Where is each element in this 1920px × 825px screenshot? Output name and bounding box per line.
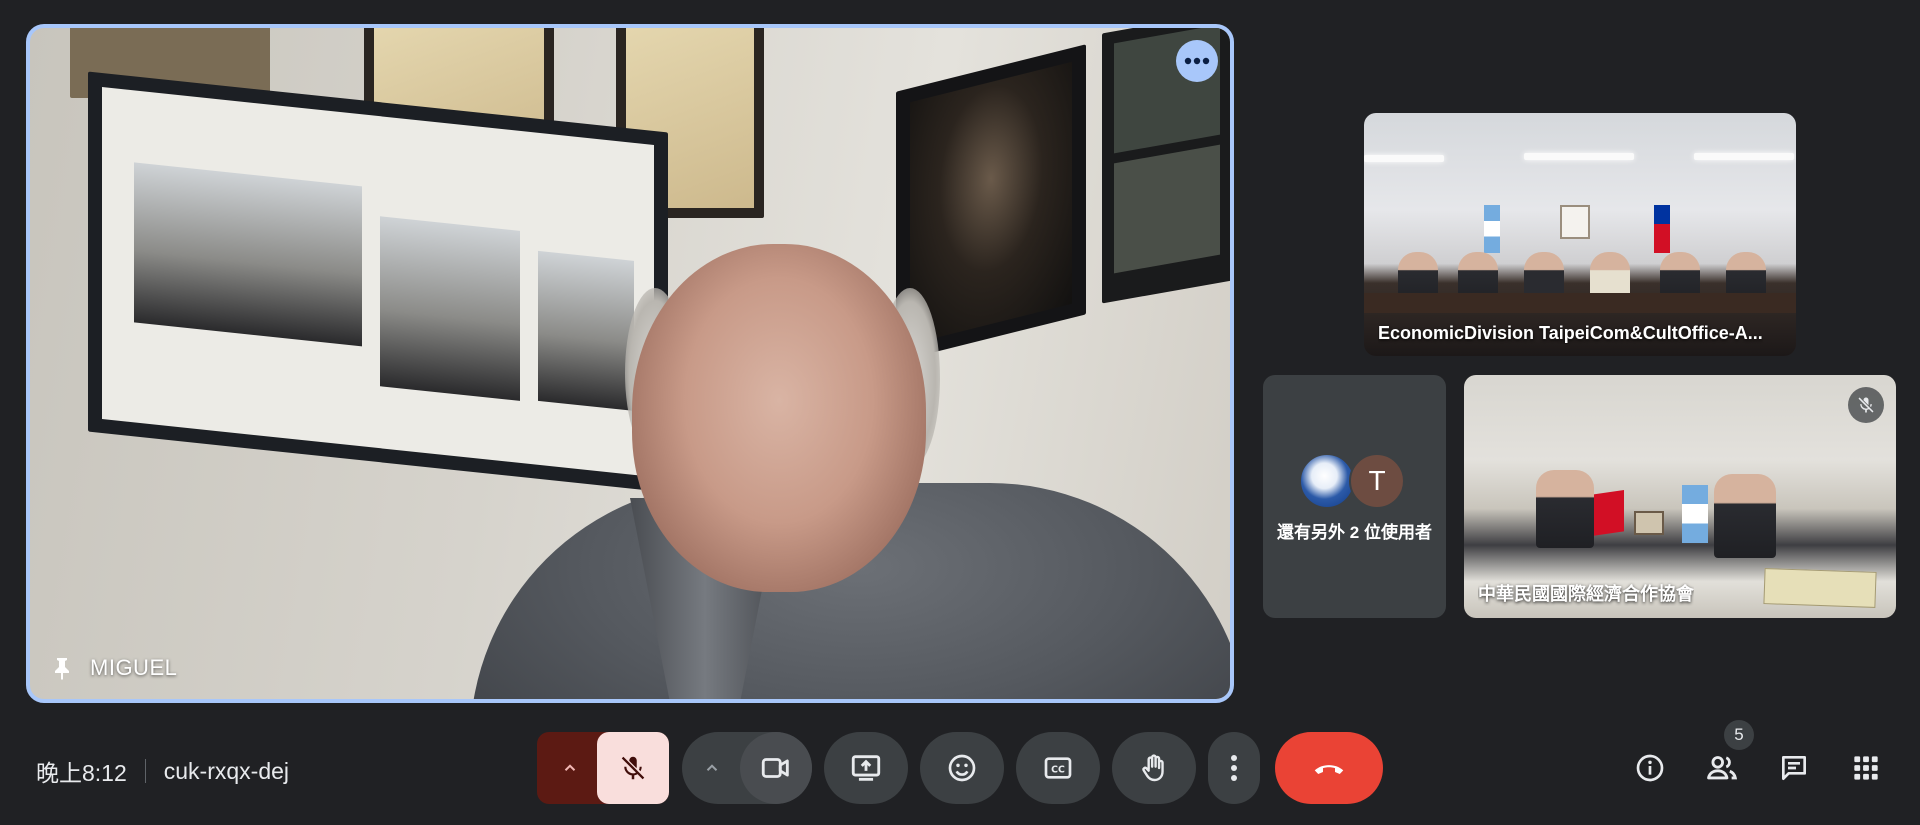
audio-options-button[interactable]	[537, 732, 603, 804]
captions-button[interactable]: CC	[1016, 732, 1100, 804]
people-icon	[1707, 756, 1738, 780]
info-icon	[1636, 754, 1664, 782]
tile-label: EconomicDivision TaipeiCom&CultOffice-A.…	[1378, 323, 1763, 343]
present-screen-icon	[851, 755, 881, 781]
activities-button[interactable]	[1840, 742, 1892, 794]
camera-toggle-button[interactable]	[740, 732, 812, 804]
name-plate	[1763, 568, 1877, 608]
control-bar: 晚上8:12 cuk-rxqx-dej CC 5	[0, 720, 1920, 820]
attendee	[1536, 470, 1594, 548]
apps-grid-icon	[1854, 756, 1878, 780]
desk-photo-frame	[1634, 511, 1664, 535]
meeting-time: 晚上8:12	[36, 760, 127, 786]
attendee	[1714, 474, 1776, 558]
videocam-icon	[761, 758, 789, 778]
video-options-button[interactable]	[682, 732, 742, 804]
chevron-up-icon	[564, 764, 576, 771]
more-vert-icon	[1231, 755, 1237, 781]
participant-face	[632, 244, 926, 592]
tile-label: 中華民國國際經濟合作協會	[1478, 584, 1694, 604]
mic-toggle-button[interactable]	[597, 732, 669, 804]
divider	[144, 759, 146, 783]
participant-name-tag: MIGUEL	[52, 655, 177, 681]
avatar-group: T	[1299, 453, 1405, 509]
flag-argentina	[1682, 485, 1708, 543]
raise-hand-icon	[1142, 754, 1164, 782]
flag-argentina	[1484, 205, 1500, 253]
ceiling-light	[1364, 155, 1444, 162]
flag-taiwan	[1592, 490, 1624, 536]
conference-table	[1364, 293, 1796, 313]
video-tile-economic-division[interactable]: EconomicDivision TaipeiCom&CultOffice-A.…	[1364, 113, 1796, 356]
avatar-ieca-logo	[1299, 453, 1355, 509]
pin-icon[interactable]	[52, 656, 72, 680]
present-button[interactable]	[824, 732, 908, 804]
mic-off-icon	[621, 756, 645, 780]
mic-control-group	[537, 732, 669, 804]
call-end-icon	[1314, 765, 1344, 775]
wall-frame-photos	[88, 71, 668, 493]
more-horiz-icon[interactable]	[1176, 40, 1218, 82]
reactions-button[interactable]	[920, 732, 1004, 804]
others-count-label: 還有另外 2 位使用者	[1277, 523, 1432, 542]
ceiling-light	[1694, 153, 1794, 160]
meeting-details-button[interactable]	[1624, 742, 1676, 794]
participant-name: MIGUEL	[90, 655, 178, 680]
raise-hand-button[interactable]	[1112, 732, 1196, 804]
more-options-button[interactable]	[1208, 732, 1260, 804]
leave-call-button[interactable]	[1275, 732, 1383, 804]
video-tile-cieca[interactable]: 中華民國國際經濟合作協會	[1464, 375, 1896, 618]
others-tile[interactable]: T 還有另外 2 位使用者	[1263, 375, 1446, 618]
emoji-icon	[948, 754, 976, 782]
captions-icon: CC	[1044, 757, 1072, 779]
svg-text:CC: CC	[1051, 765, 1065, 776]
chat-button[interactable]	[1768, 742, 1820, 794]
wall-picture	[1560, 205, 1590, 239]
flag-taiwan	[1654, 205, 1670, 253]
chat-icon	[1782, 756, 1806, 780]
meeting-code: cuk-rxqx-dej	[163, 757, 290, 784]
mic-off-icon	[1848, 387, 1884, 423]
main-video-tile[interactable]: MIGUEL	[26, 24, 1234, 703]
meeting-info: 晚上8:12 cuk-rxqx-dej	[36, 754, 289, 788]
participant-count-badge: 5	[1724, 720, 1754, 750]
avatar: T	[1349, 453, 1405, 509]
camera-control-group	[682, 732, 812, 804]
ceiling-light	[1524, 153, 1634, 160]
chevron-up-icon	[706, 764, 718, 771]
